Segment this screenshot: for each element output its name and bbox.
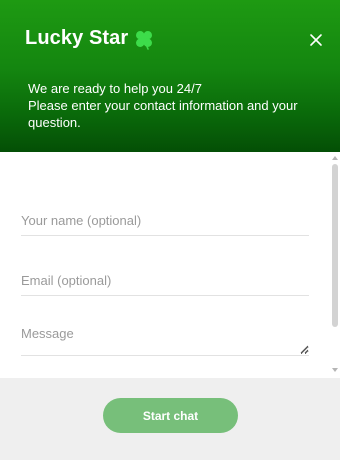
chat-footer: Start chat (0, 378, 340, 460)
intro-line: We are ready to help you 24/7 (28, 81, 202, 96)
name-input[interactable] (21, 206, 309, 235)
scroll-up-arrow-icon[interactable] (332, 156, 338, 160)
scrollbar-thumb[interactable] (332, 164, 338, 327)
scrollbar[interactable] (331, 152, 339, 378)
start-chat-button[interactable]: Start chat (103, 398, 238, 433)
chat-header: Lucky Star We are ready to help you 24/7… (0, 0, 340, 152)
close-button[interactable] (306, 30, 326, 50)
brand: Lucky Star (25, 27, 155, 50)
close-icon (310, 34, 322, 46)
intro-text: We are ready to help you 24/7 Please ent… (28, 80, 318, 131)
brand-title: Lucky Star (25, 27, 129, 49)
name-field-wrapper (21, 206, 309, 236)
clover-icon (136, 30, 153, 50)
chat-widget: Lucky Star We are ready to help you 24/7… (0, 0, 340, 460)
message-field-wrapper (21, 326, 309, 356)
message-input[interactable] (21, 326, 309, 355)
email-input[interactable] (21, 266, 309, 295)
contact-form (0, 152, 340, 380)
scroll-down-arrow-icon[interactable] (332, 368, 338, 372)
email-field-wrapper (21, 266, 309, 296)
intro-line: Please enter your contact information an… (28, 98, 298, 130)
